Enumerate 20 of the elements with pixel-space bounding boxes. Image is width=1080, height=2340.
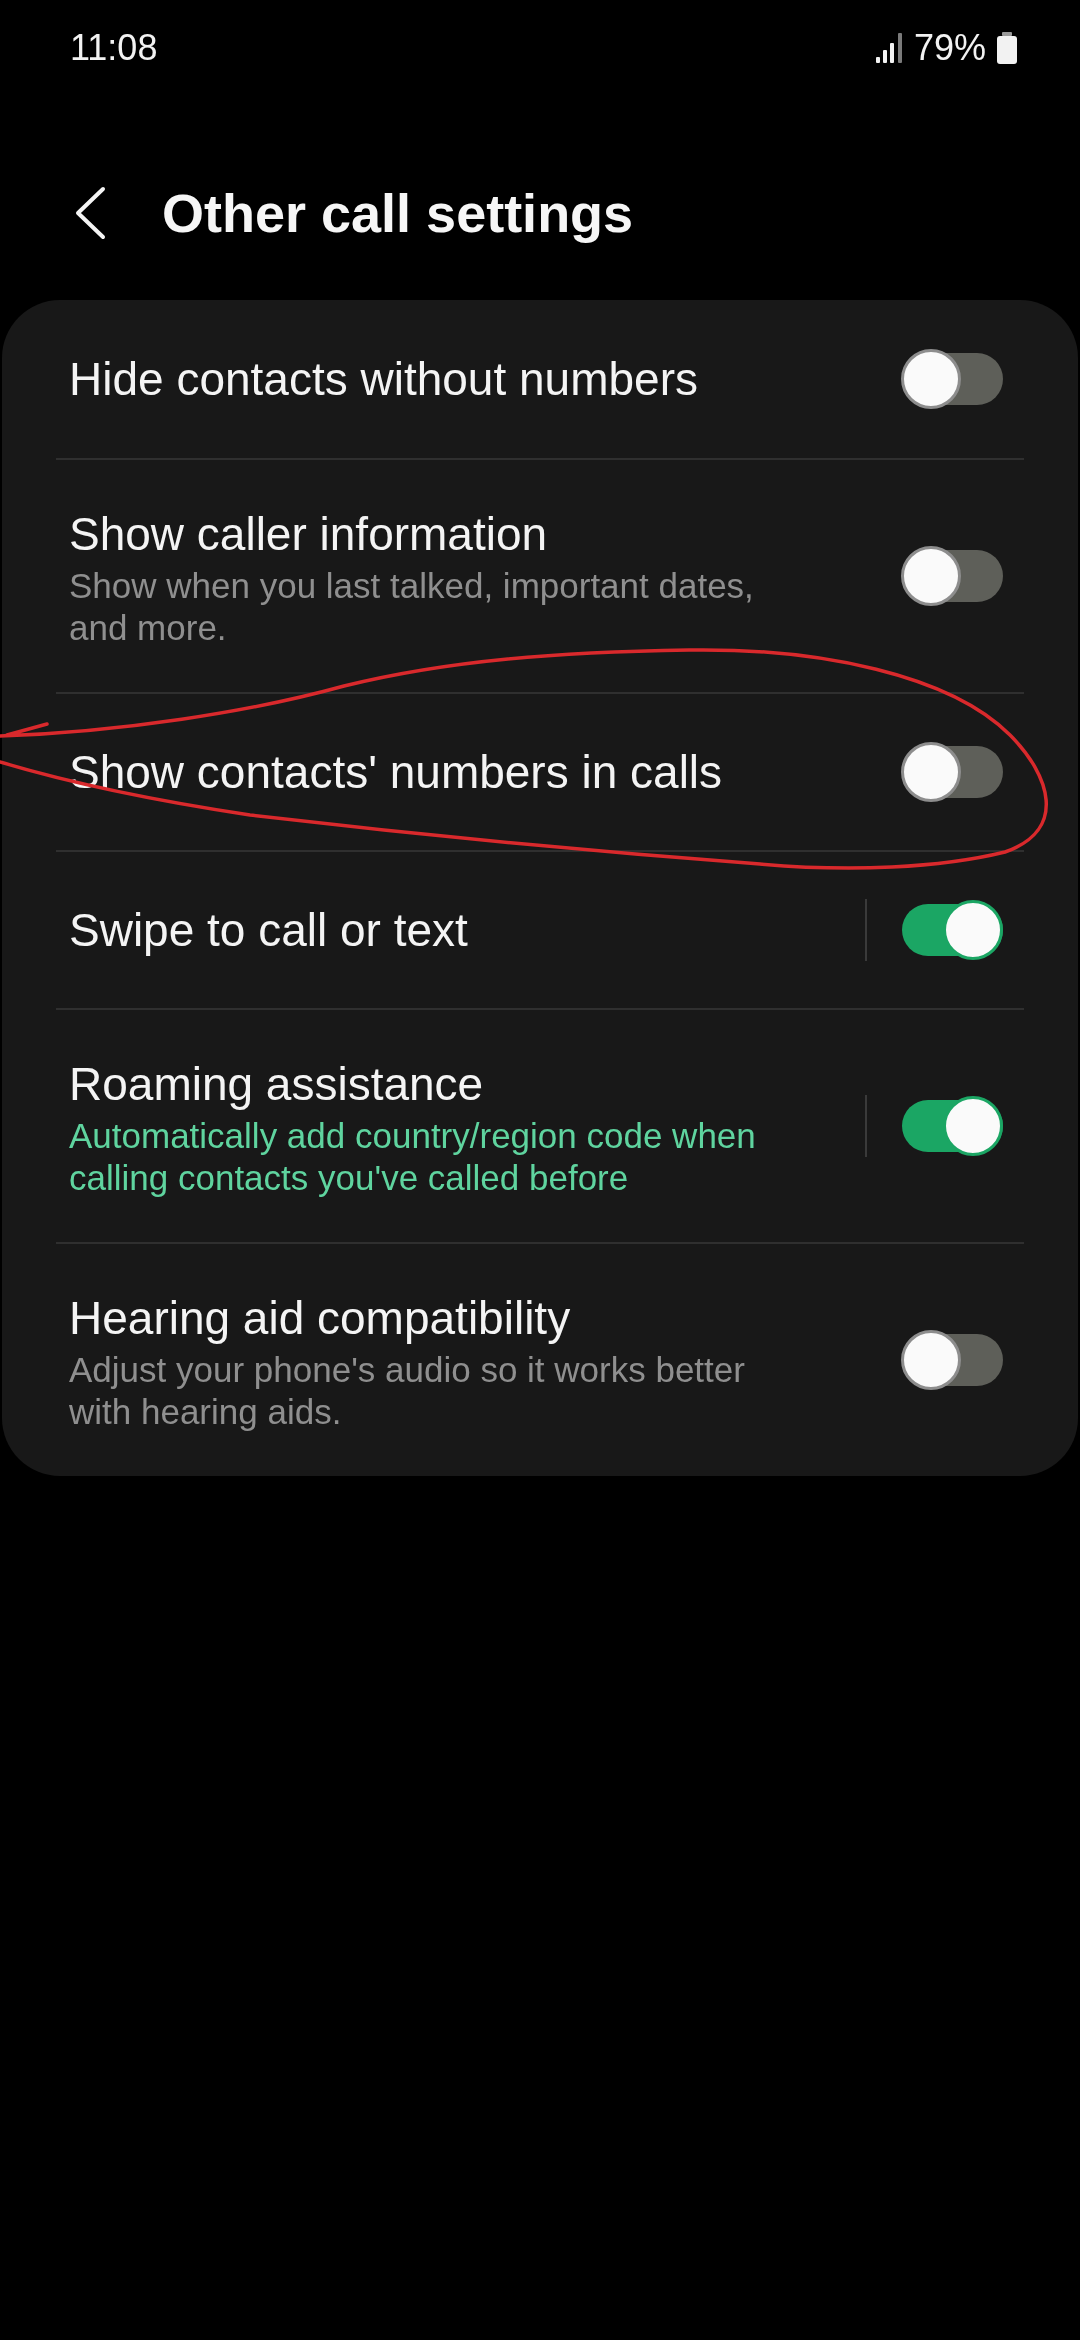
toggle-switch[interactable] [901,546,1003,606]
battery-percentage: 79% [913,27,986,69]
page-title: Other call settings [162,182,634,244]
battery-icon [996,32,1018,64]
setting-title: Show caller information [69,507,549,562]
setting-title: Show contacts' numbers in calls [69,745,724,800]
setting-description: Show when you last talked, important dates, and more. [69,565,755,649]
toggle-switch[interactable] [901,900,1003,960]
toggle-switch[interactable] [901,1330,1003,1390]
toggle-switch[interactable] [901,742,1003,802]
signal-icon [875,33,904,63]
setting-title: Swipe to call or text [69,903,469,958]
setting-description: Adjust your phone's audio so it works better with hearing aids. [69,1349,746,1433]
setting-title: Roaming assistance [69,1057,485,1112]
setting-title: Hide contacts without numbers [69,352,699,407]
status-time: 11:08 [70,27,158,69]
toggle-switch[interactable] [901,1096,1003,1156]
toggle-switch[interactable] [901,349,1003,409]
setting-description: Automatically add country/region code when calling contacts you've called before [69,1115,757,1199]
setting-title: Hearing aid compatibility [69,1291,572,1346]
